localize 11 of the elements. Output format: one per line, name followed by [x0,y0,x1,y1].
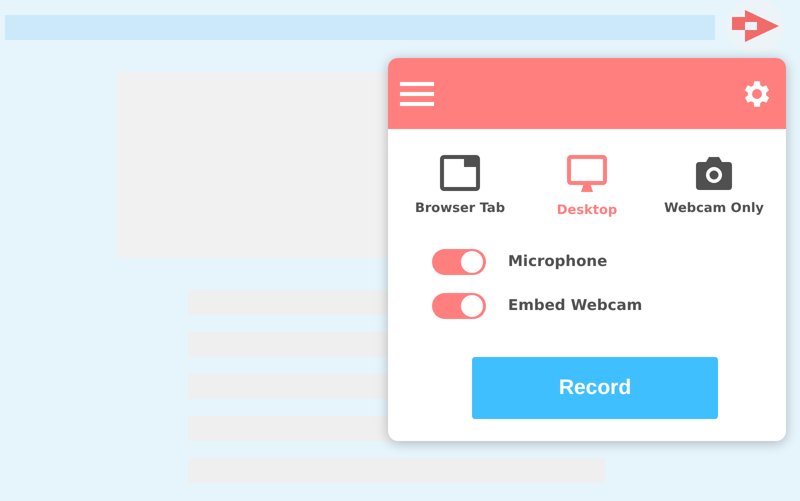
mode-option[interactable]: Browser Tab [408,155,512,220]
toggle-label: Microphone [508,251,608,272]
toggle-switch[interactable] [432,292,486,318]
mode-option[interactable]: Webcam Only [662,155,766,220]
menu-icon[interactable] [400,80,434,106]
camera-icon [694,155,734,191]
record-logo-icon [729,7,781,45]
monitor-icon [567,155,607,193]
browser-tab-icon [440,155,480,191]
toggle-switch[interactable] [432,248,486,274]
toggle-label: Embed Webcam [508,295,642,316]
